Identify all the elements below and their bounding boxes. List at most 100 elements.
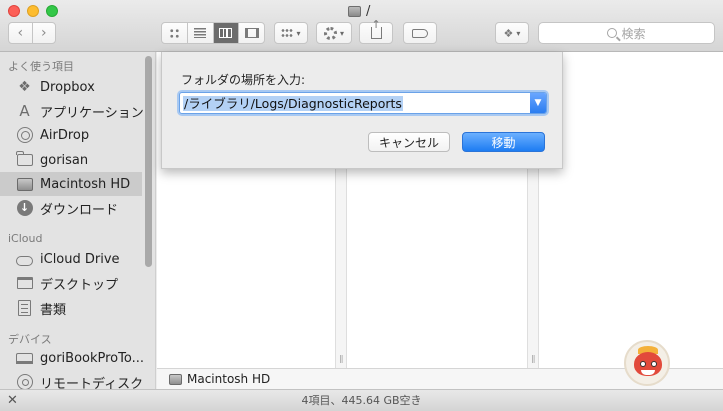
sidebar-item-icloud-drive[interactable]: iCloud Drive <box>0 247 142 271</box>
remote-disc-icon <box>16 374 33 389</box>
sidebar-item-desktop[interactable]: デスクトップ <box>0 271 142 295</box>
chevron-down-icon: ▾ <box>516 28 521 38</box>
laptop-icon-wrap <box>16 350 33 367</box>
navigation-buttons: ‹ › <box>8 22 56 44</box>
sidebar-item-label: デスクトップ <box>40 277 119 293</box>
cover-flow-icon <box>244 28 259 38</box>
icon-grid-icon <box>168 27 180 39</box>
tags-button[interactable] <box>403 22 437 44</box>
sidebar-item-airdrop[interactable]: AirDrop <box>0 123 142 147</box>
close-icon[interactable]: ✕ <box>7 390 18 411</box>
dropbox-icon: ❖ <box>18 79 31 95</box>
sidebar-item-label: AirDrop <box>40 127 90 143</box>
cover-flow-view-button[interactable] <box>239 23 264 43</box>
download-icon-wrap: ↓ <box>16 200 33 217</box>
view-mode-selector <box>161 22 265 44</box>
zoom-window-button[interactable] <box>46 5 58 17</box>
arrange-icon <box>281 28 294 38</box>
sidebar-item-label: iCloud Drive <box>40 251 120 267</box>
chevron-down-icon[interactable]: ▼ <box>530 93 546 113</box>
toolbar: / ‹ › ▾ ▾ ❖ ▾ <box>0 0 723 52</box>
logo-eye <box>651 361 657 367</box>
folder-icon <box>16 151 33 166</box>
close-window-button[interactable] <box>8 5 20 17</box>
window-title-text: / <box>366 3 371 19</box>
sidebar-item-label: Dropbox <box>40 79 95 95</box>
cloud-icon-wrap <box>16 251 33 268</box>
search-input[interactable]: 検索 <box>538 22 715 44</box>
desktop-icon <box>16 277 33 289</box>
folder-icon-wrap <box>16 151 33 169</box>
search-icon <box>607 28 618 38</box>
hard-drive-icon <box>16 177 33 191</box>
chevron-down-icon: ▾ <box>339 28 344 38</box>
sidebar-item-label: リモートディスク <box>40 376 144 390</box>
search-placeholder: 検索 <box>621 26 646 41</box>
sidebar-item-macintosh-hd[interactable]: Macintosh HD <box>0 172 142 196</box>
go-to-folder-dialog: フォルダの場所を入力: /ライブラリ/Logs/DiagnosticReport… <box>161 52 563 169</box>
cloud-icon <box>16 255 33 266</box>
download-icon: ↓ <box>16 200 33 216</box>
sidebar-item-label: 書類 <box>40 302 67 318</box>
path-item[interactable]: Macintosh HD <box>187 372 270 386</box>
back-button[interactable]: ‹ <box>9 23 32 43</box>
resize-grip-icon: || <box>531 354 536 363</box>
columns-icon <box>219 28 233 38</box>
column-view-button[interactable] <box>213 23 240 43</box>
sidebar-item-remote-disc[interactable]: リモートディスク <box>0 370 144 390</box>
chevron-down-icon: ▾ <box>296 28 301 38</box>
hard-drive-icon <box>348 5 361 17</box>
airdrop-icon <box>16 127 33 143</box>
documents-icon <box>18 300 31 316</box>
gear-icon <box>323 26 337 40</box>
documents-icon-wrap <box>16 300 33 317</box>
laptop-icon <box>16 352 33 364</box>
sidebar-item-downloads[interactable]: ↓ ダウンロード <box>0 196 142 220</box>
action-button[interactable]: ▾ <box>316 22 352 44</box>
sidebar-item-label: アプリケーション <box>40 105 144 121</box>
logo-eye <box>640 361 646 367</box>
go-button[interactable]: 移動 <box>462 132 545 152</box>
sidebar-item-label: ダウンロード <box>40 202 119 218</box>
window-title: / <box>348 3 370 19</box>
airdrop-icon-wrap <box>16 127 33 144</box>
sidebar-item-label: goriBookProTo... <box>40 350 144 366</box>
hard-drive-icon <box>169 373 182 385</box>
hard-drive-icon-wrap <box>16 176 33 193</box>
sidebar-item-gorisan[interactable]: gorisan <box>0 148 142 172</box>
sidebar-scrollbar[interactable] <box>145 56 152 267</box>
list-view-button[interactable] <box>188 23 214 43</box>
sidebar-section-header: iCloud <box>8 232 43 245</box>
sidebar-item-applications[interactable]: A アプリケーション <box>0 99 144 123</box>
folder-path-input[interactable]: /ライブラリ/Logs/DiagnosticReports ▼ <box>179 92 547 114</box>
dialog-label: フォルダの場所を入力: <box>181 73 306 87</box>
sidebar-section-header: よく使う項目 <box>8 60 74 73</box>
sidebar-item-label: gorisan <box>40 152 89 168</box>
desktop-icon-wrap <box>16 275 33 292</box>
sidebar-item-dropbox[interactable]: ❖ Dropbox <box>0 75 142 99</box>
share-icon <box>370 18 382 39</box>
list-icon <box>194 28 207 38</box>
gorilla-logo <box>624 340 670 386</box>
finder-window: / ‹ › ▾ ▾ ❖ ▾ <box>0 0 723 411</box>
folder-path-value: /ライブラリ/Logs/DiagnosticReports <box>183 96 403 111</box>
dropbox-icon: ❖ <box>503 26 514 40</box>
minimize-window-button[interactable] <box>27 5 39 17</box>
tag-icon <box>412 28 428 38</box>
arrange-button[interactable]: ▾ <box>274 22 308 44</box>
sidebar: よく使う項目 ❖ Dropbox A アプリケーション AirDrop gori… <box>0 52 156 389</box>
share-button[interactable] <box>359 18 393 44</box>
sidebar-item-label: Macintosh HD <box>40 176 131 192</box>
status-bar: ✕ 4項目、445.64 GB空き <box>0 389 723 411</box>
forward-button[interactable]: › <box>33 23 56 43</box>
sidebar-item-laptop[interactable]: goriBookProTo... <box>0 346 144 370</box>
dropbox-toolbar-button[interactable]: ❖ ▾ <box>495 22 529 44</box>
cancel-button[interactable]: キャンセル <box>368 132 450 152</box>
sidebar-section-header: デバイス <box>8 333 52 346</box>
resize-grip-icon: || <box>339 354 344 363</box>
status-text: 4項目、445.64 GB空き <box>301 394 422 407</box>
remote-disc-icon-wrap <box>16 374 33 389</box>
sidebar-item-documents[interactable]: 書類 <box>0 296 142 320</box>
applications-icon: A <box>19 102 30 120</box>
icon-view-button[interactable] <box>162 23 188 43</box>
